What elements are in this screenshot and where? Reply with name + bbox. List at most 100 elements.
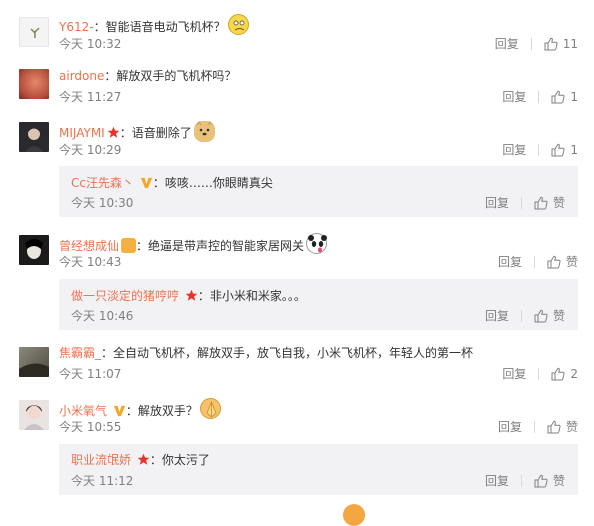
username[interactable]: Cc汪先森丶 <box>71 176 134 190</box>
doge-emoji-icon <box>193 121 215 142</box>
comment-line: MIJAYMI ：语音删除了 <box>59 121 215 142</box>
like-button[interactable]: 赞 <box>566 255 578 269</box>
like-count[interactable]: 2 <box>570 367 578 381</box>
comment-line: Y612-：智能语音电动飞机杯？ <box>59 14 249 35</box>
comment-actions: 回复 赞 <box>498 420 578 434</box>
thumbs-up-icon[interactable] <box>534 196 548 210</box>
divider <box>533 256 535 268</box>
avatar[interactable] <box>19 235 49 265</box>
reply-line: Cc汪先森丶 ：咳咳……你眼睛真尖 <box>71 175 273 191</box>
thumbs-up-icon[interactable] <box>547 255 561 269</box>
thumbs-up-icon[interactable] <box>534 474 548 488</box>
comment-actions: 回复 11 <box>495 37 578 51</box>
divider <box>538 91 540 103</box>
praying-hands-emoji-icon <box>199 398 221 419</box>
reply-time: 今天 10:46 <box>71 309 134 323</box>
comment-actions: 回复 1 <box>502 143 578 157</box>
reply-line: 职业流氓娇 ：你太污了 <box>71 452 210 468</box>
colon: ： <box>152 176 165 190</box>
worried-face-emoji-icon <box>227 14 249 35</box>
reply-text: 你太污了 <box>161 453 210 467</box>
username[interactable]: Y612- <box>59 20 94 34</box>
username[interactable]: airdone <box>59 69 104 83</box>
comment-actions: 回复 1 <box>502 90 578 104</box>
divider <box>520 197 522 209</box>
comment-actions: 回复 赞 <box>498 255 578 269</box>
reply-1: Cc汪先森丶 ：咳咳……你眼睛真尖 今天 10:30 回复 赞 <box>59 166 578 217</box>
thumbs-up-icon[interactable] <box>544 37 558 51</box>
comment-time: 今天 10:32 <box>59 37 122 51</box>
thumbs-up-icon[interactable] <box>547 420 561 434</box>
avatar[interactable] <box>19 122 49 152</box>
username[interactable]: 做一只淡定的猪哼哼 <box>71 289 179 303</box>
comment-time: 今天 10:55 <box>59 420 122 434</box>
username[interactable]: MIJAYMI <box>59 126 105 140</box>
reply-button[interactable]: 回复 <box>485 309 509 323</box>
divider <box>530 38 532 50</box>
comment-time: 今天 11:07 <box>59 367 122 381</box>
thumbs-up-icon[interactable] <box>534 309 548 323</box>
panda-emoji-icon <box>306 233 328 254</box>
username[interactable]: 小米氧气 <box>59 404 107 418</box>
divider <box>533 421 535 433</box>
divider <box>520 475 522 487</box>
reply-actions: 回复 赞 <box>485 196 565 210</box>
colon: ： <box>136 239 149 253</box>
username[interactable]: 曾经想成仙 <box>59 239 119 253</box>
reply-button[interactable]: 回复 <box>485 196 509 210</box>
comment-line: airdone：解放双手的飞机杯吗？ <box>59 68 236 84</box>
colon: ： <box>101 346 114 360</box>
reply-button[interactable]: 回复 <box>502 367 526 381</box>
like-button[interactable]: 赞 <box>553 196 565 210</box>
like-count[interactable]: 11 <box>563 37 578 51</box>
colon: ： <box>93 20 106 34</box>
comment-text: 智能语音电动飞机杯？ <box>105 20 226 34</box>
reply-3: 职业流氓娇 ：你太污了 今天 11:12 回复 赞 <box>59 444 578 495</box>
thumbs-up-icon[interactable] <box>551 367 565 381</box>
colon: ： <box>125 404 138 418</box>
reply-line: 做一只淡定的猪哼哼 ：非小米和米家。。。 <box>71 288 306 304</box>
username[interactable]: 焦霸霸_ <box>59 346 101 360</box>
thumbs-up-icon[interactable] <box>551 143 565 157</box>
reply-time: 今天 11:12 <box>71 474 134 488</box>
divider <box>538 368 540 380</box>
reply-button[interactable]: 回复 <box>498 420 522 434</box>
avatar[interactable] <box>19 400 49 430</box>
comment-time: 今天 10:43 <box>59 255 122 269</box>
comment-line: 小米氧气 ：解放双手？ <box>59 398 221 419</box>
avatar[interactable] <box>19 17 49 47</box>
like-count[interactable]: 1 <box>570 143 578 157</box>
like-button[interactable]: 赞 <box>553 309 565 323</box>
thumbs-up-icon[interactable] <box>551 90 565 104</box>
reply-button[interactable]: 回复 <box>498 255 522 269</box>
comment-text: 解放双手？ <box>137 404 198 418</box>
avatar[interactable] <box>19 69 49 99</box>
username[interactable]: 职业流氓娇 <box>71 453 131 467</box>
like-count[interactable]: 1 <box>570 90 578 104</box>
reply-text: 非小米和米家。。。 <box>209 289 306 303</box>
colon: ： <box>119 126 132 140</box>
divider <box>538 144 540 156</box>
reply-actions: 回复 赞 <box>485 474 565 488</box>
colon: ： <box>149 453 162 467</box>
reply-button[interactable]: 回复 <box>485 474 509 488</box>
divider <box>520 310 522 322</box>
comment-actions: 回复 2 <box>502 367 578 381</box>
vip-star-icon <box>185 289 198 302</box>
comment-line: 焦霸霸_：全自动飞机杯，解放双手，放飞自我，小米飞机杯，年轻人的第一杯 <box>59 345 473 361</box>
reply-time: 今天 10:30 <box>71 196 134 210</box>
reply-button[interactable]: 回复 <box>502 143 526 157</box>
partial-emoji-icon <box>343 504 365 526</box>
reply-button[interactable]: 回复 <box>495 37 519 51</box>
comment-text: 语音删除了 <box>131 126 192 140</box>
like-button[interactable]: 赞 <box>566 420 578 434</box>
vip-v-icon <box>113 404 126 417</box>
vip-v-icon <box>140 176 153 189</box>
like-button[interactable]: 赞 <box>553 474 565 488</box>
reply-button[interactable]: 回复 <box>502 90 526 104</box>
comment-time: 今天 11:27 <box>59 90 122 104</box>
avatar[interactable] <box>19 347 49 377</box>
comment-time: 今天 10:29 <box>59 143 122 157</box>
reply-text: 咳咳……你眼睛真尖 <box>164 176 273 190</box>
comment-text: 全自动飞机杯，解放双手，放飞自我，小米飞机杯，年轻人的第一杯 <box>113 346 474 360</box>
